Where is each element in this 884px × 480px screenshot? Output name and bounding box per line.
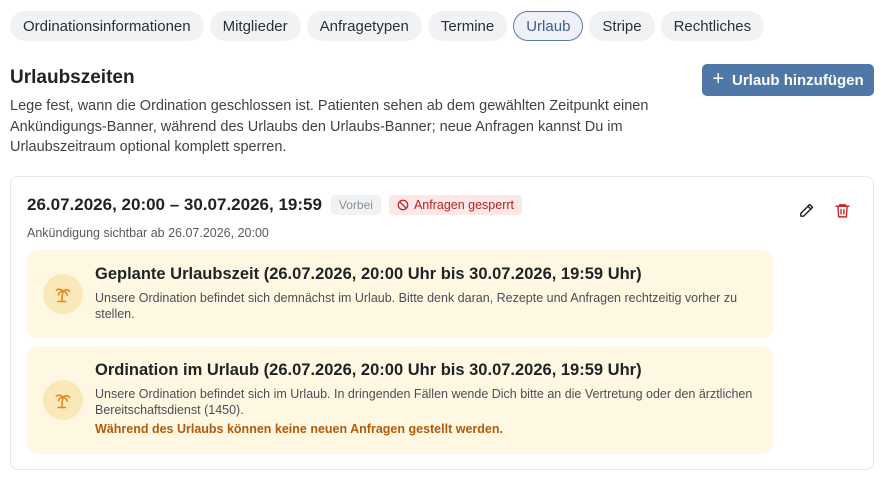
- tab-mitglieder[interactable]: Mitglieder: [209, 11, 301, 41]
- planned-banner-title: Geplante Urlaubszeit (26.07.2026, 20:00 …: [95, 265, 642, 283]
- vacation-card: 26.07.2026, 20:00 – 30.07.2026, 19:59 Vo…: [10, 176, 874, 470]
- locked-badge-label: Anfragen gesperrt: [413, 198, 515, 212]
- edit-button[interactable]: [795, 199, 817, 221]
- active-vacation-banner: Ordination im Urlaub (26.07.2026, 20:00 …: [27, 346, 773, 454]
- delete-button[interactable]: [831, 199, 853, 221]
- plus-icon: +: [712, 68, 725, 90]
- requests-locked-warning: Während des Urlaubs können keine neuen A…: [95, 422, 503, 436]
- add-vacation-label: Urlaub hinzufügen: [732, 71, 864, 89]
- tab-stripe[interactable]: Stripe: [589, 11, 655, 41]
- pencil-icon: [799, 203, 813, 217]
- section-title: Urlaubszeiten: [10, 67, 135, 88]
- planned-banner-text: Unsere Ordination befindet sich demnächs…: [95, 291, 738, 321]
- vacation-range: 26.07.2026, 20:00 – 30.07.2026, 19:59: [27, 195, 322, 214]
- tab-termine[interactable]: Termine: [427, 11, 508, 41]
- announcement-text: Ankündigung sichtbar ab 26.07.2026, 20:0…: [27, 226, 269, 240]
- tab-rechtliches[interactable]: Rechtliches: [660, 11, 765, 41]
- tab-urlaub[interactable]: Urlaub: [513, 11, 584, 41]
- settings-tabs: Ordinationsinformationen Mitglieder Anfr…: [10, 11, 765, 41]
- palm-tree-icon: [55, 394, 71, 409]
- active-banner-text: Unsere Ordination befindet sich im Urlau…: [95, 387, 753, 417]
- palm-tree-icon: [55, 288, 71, 303]
- banner-icon-circle: [43, 274, 83, 314]
- ban-icon: [397, 199, 409, 211]
- banner-icon-circle: [43, 380, 83, 420]
- active-banner-title: Ordination im Urlaub (26.07.2026, 20:00 …: [95, 361, 642, 379]
- locked-badge: Anfragen gesperrt: [388, 195, 523, 215]
- trash-icon: [834, 203, 850, 218]
- vacation-header: 26.07.2026, 20:00 – 30.07.2026, 19:59 Vo…: [27, 195, 523, 215]
- planned-vacation-banner: Geplante Urlaubszeit (26.07.2026, 20:00 …: [27, 250, 773, 338]
- status-badge: Vorbei: [330, 195, 381, 215]
- add-vacation-button[interactable]: + Urlaub hinzufügen: [702, 64, 874, 96]
- tab-anfragetypen[interactable]: Anfragetypen: [306, 11, 422, 41]
- tab-ordinationsinformationen[interactable]: Ordinationsinformationen: [10, 11, 204, 41]
- section-description: Lege fest, wann die Ordination geschloss…: [10, 98, 649, 155]
